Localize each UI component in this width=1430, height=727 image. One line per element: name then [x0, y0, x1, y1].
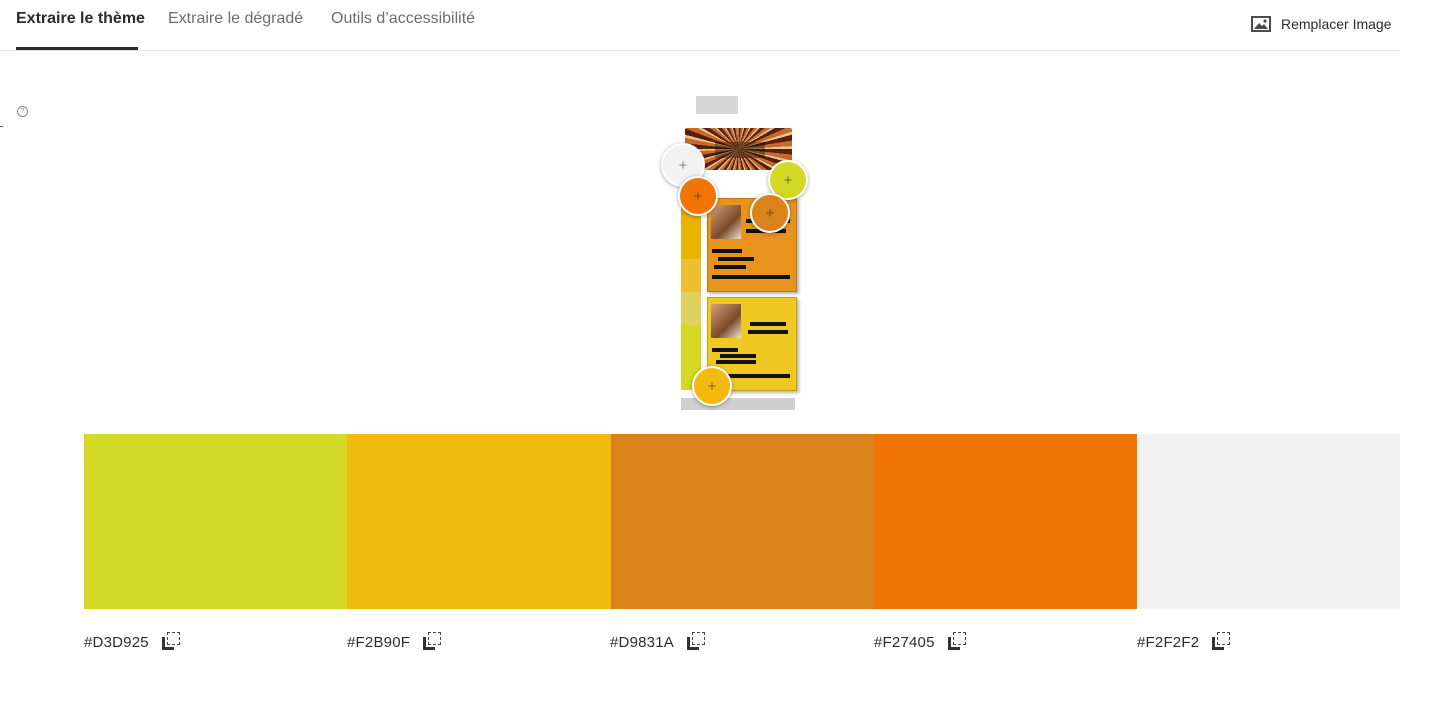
plus-icon: + [765, 204, 775, 222]
swatch-5[interactable] [1137, 434, 1400, 609]
plus-icon: + [707, 377, 717, 395]
tab-bar: Extraire le thème Extraire le dégradé Ou… [0, 0, 1400, 51]
swatch-3[interactable] [611, 434, 874, 609]
copy-icon[interactable] [947, 632, 968, 652]
copy-icon[interactable] [423, 632, 443, 652]
tab-extract-theme[interactable]: Extraire le thème [16, 10, 145, 28]
hex-item: #F27405 [874, 632, 968, 652]
color-picker-2[interactable]: + [678, 176, 718, 216]
replace-image-label: Remplacer Image [1281, 16, 1392, 32]
color-swatches [84, 434, 1400, 609]
hex-value: #F2F2F2 [1137, 633, 1200, 651]
hex-item: #D9831A [610, 632, 707, 652]
hex-item: #F2F2F2 [1137, 632, 1232, 652]
swatch-1[interactable] [84, 434, 347, 609]
question-circle-icon[interactable]: ? [17, 106, 28, 117]
image-icon [1251, 16, 1271, 32]
hex-labels: #D3D925 #F2B90F #D9831A #F27405 #F2F2F2 [84, 632, 1400, 662]
swatch-4[interactable] [874, 434, 1137, 609]
tab-extract-gradient[interactable]: Extraire le dégradé [168, 10, 303, 28]
source-image [680, 94, 798, 414]
plus-icon: + [693, 187, 703, 205]
replace-image-button[interactable]: Remplacer Image [1251, 16, 1392, 32]
hex-item: #F2B90F [347, 632, 443, 652]
tab-accessibility-tools[interactable]: Outils d’accessibilité [331, 10, 475, 28]
plus-icon: + [678, 156, 688, 174]
copy-icon[interactable] [686, 632, 707, 652]
hex-item: #D3D925 [84, 632, 182, 652]
image-top-button [696, 96, 738, 114]
active-tab-indicator [16, 47, 138, 50]
hex-value: #F27405 [874, 633, 935, 651]
hex-value: #D3D925 [84, 633, 149, 651]
copy-icon[interactable] [161, 632, 182, 652]
color-picker-5[interactable]: + [692, 366, 732, 406]
copy-icon[interactable] [1212, 632, 1232, 652]
plus-icon: + [783, 171, 793, 189]
hex-value: #D9831A [610, 633, 674, 651]
hex-value: #F2B90F [347, 633, 411, 651]
color-picker-4[interactable]: + [750, 193, 790, 233]
divider [0, 126, 3, 127]
swatch-2[interactable] [347, 434, 611, 609]
